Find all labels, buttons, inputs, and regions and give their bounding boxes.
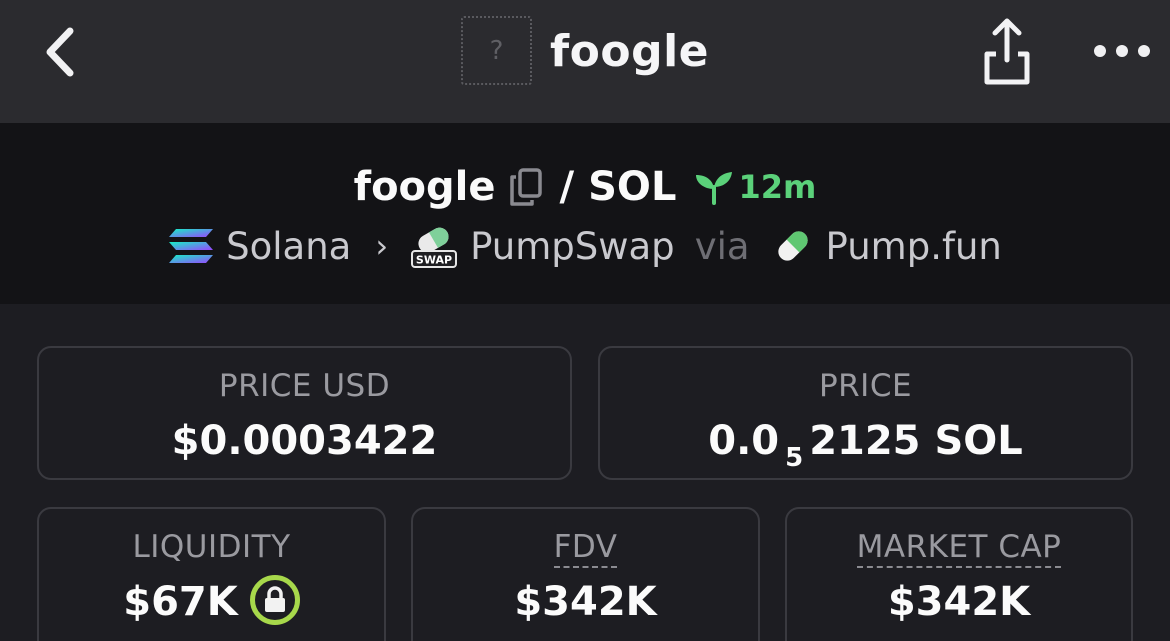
price-zero-count: 5 bbox=[785, 443, 804, 473]
pair-age: 12m bbox=[738, 168, 817, 206]
fdv-label-wrap[interactable]: FDV bbox=[413, 529, 758, 568]
share-button[interactable] bbox=[978, 16, 1036, 86]
launchpad-link-pumpfun[interactable]: Pump.fun bbox=[826, 225, 1002, 268]
dex-link-pumpswap[interactable]: PumpSwap bbox=[470, 225, 675, 268]
price-usd-card: PRICE USD $0.0003422 bbox=[37, 346, 572, 480]
price-suffix: 2125 SOL bbox=[809, 418, 1023, 464]
pumpswap-logo-icon: SWAP bbox=[410, 223, 458, 269]
pill-icon bbox=[772, 225, 814, 267]
market-cap-value: $342K bbox=[887, 579, 1031, 625]
solana-logo-icon bbox=[168, 228, 214, 264]
pair-header: foogle / SOL 12m Solana › SWAP PumpSwap … bbox=[0, 123, 1170, 304]
svg-text:SWAP: SWAP bbox=[416, 254, 452, 267]
chevron-left-icon bbox=[46, 27, 74, 77]
chevron-right-icon: › bbox=[375, 227, 389, 265]
price-native-card: PRICE 0.0 5 2125 SOL bbox=[598, 346, 1133, 480]
chain-breadcrumb: Solana › SWAP PumpSwap via Pump.fun bbox=[0, 221, 1170, 271]
more-options-button[interactable] bbox=[1094, 36, 1150, 66]
base-token-symbol: foogle bbox=[353, 164, 496, 210]
share-icon bbox=[984, 18, 1030, 85]
back-button[interactable] bbox=[30, 22, 90, 82]
liquidity-value-row: $67K bbox=[39, 575, 384, 629]
market-cap-label-wrap[interactable]: MARKET CAP bbox=[787, 529, 1131, 568]
market-cap-label: MARKET CAP bbox=[856, 529, 1062, 568]
pair-age-badge: 12m bbox=[694, 168, 816, 206]
quote-token-symbol: SOL bbox=[588, 164, 677, 210]
chain-link-solana[interactable]: Solana bbox=[226, 225, 351, 268]
token-avatar: ? bbox=[461, 16, 532, 85]
price-usd-value: $0.0003422 bbox=[171, 418, 438, 464]
liquidity-label: LIQUIDITY bbox=[132, 529, 291, 565]
seedling-icon bbox=[696, 172, 733, 205]
top-navigation-bar: ? foogle bbox=[0, 0, 1170, 123]
pair-separator: / bbox=[559, 164, 575, 210]
copy-icon[interactable] bbox=[508, 167, 544, 207]
fdv-card: FDV $342K bbox=[411, 507, 760, 641]
liquidity-value: $67K bbox=[123, 579, 238, 625]
fdv-label: FDV bbox=[553, 529, 618, 568]
price-native-value: 0.0 5 2125 SOL bbox=[600, 418, 1131, 473]
market-cap-card: MARKET CAP $342K bbox=[785, 507, 1133, 641]
lock-icon[interactable] bbox=[249, 575, 300, 625]
avatar-placeholder: ? bbox=[489, 35, 504, 66]
fdv-value: $342K bbox=[514, 579, 657, 625]
pair-title-row: foogle / SOL 12m bbox=[0, 157, 1170, 217]
more-horizontal-icon bbox=[1094, 45, 1106, 57]
price-usd-label: PRICE USD bbox=[218, 368, 391, 404]
page-title: foogle bbox=[550, 26, 710, 77]
via-label: via bbox=[694, 224, 750, 268]
price-prefix: 0.0 bbox=[708, 418, 780, 464]
price-native-label: PRICE bbox=[818, 368, 913, 404]
liquidity-card: LIQUIDITY $67K bbox=[37, 507, 386, 641]
